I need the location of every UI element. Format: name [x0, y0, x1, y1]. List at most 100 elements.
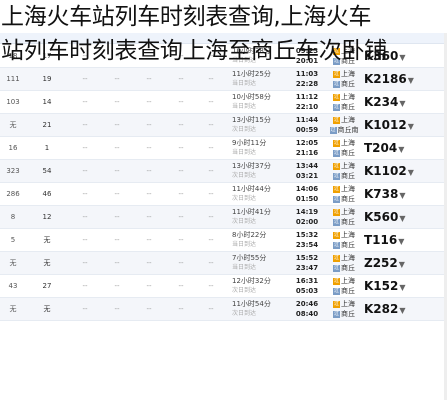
seat-count: -- [82, 213, 88, 221]
chevron-down-icon[interactable]: ▼ [398, 145, 404, 154]
seat-count: -- [178, 190, 184, 198]
train-number-link[interactable]: K234▼ [364, 91, 412, 113]
arrival-note: 次日到达 [232, 218, 257, 225]
chevron-down-icon[interactable]: ▼ [399, 260, 405, 269]
from-station-name: 上海 [341, 300, 355, 308]
seat-count: -- [114, 121, 120, 129]
train-number-link[interactable]: K2186▼ [364, 68, 414, 90]
arrive-time: 03:21 [295, 172, 319, 180]
train-number: K560 [364, 210, 399, 224]
to-station: 过商丘 [326, 263, 362, 273]
pass-tag-icon: 过 [333, 80, 340, 88]
pass-tag-icon: 过 [333, 172, 340, 180]
seat-count: -- [208, 121, 214, 129]
table-row[interactable]: 111 19 -- -- -- -- -- 11小时25分 当日到达 11:03 22:28 过上海过… [0, 68, 447, 91]
train-number-link[interactable]: K282▼ [364, 298, 412, 320]
chevron-down-icon[interactable]: ▼ [398, 237, 404, 246]
pass-tag-icon: 过 [333, 70, 340, 78]
pass-tag-icon: 过 [333, 93, 340, 101]
chevron-down-icon[interactable]: ▼ [399, 306, 405, 315]
times: 12:05 21:16 [292, 138, 322, 158]
seat-count: -- [208, 98, 214, 106]
depart-time: 11:03 [295, 70, 319, 78]
arrive-time: 23:54 [295, 241, 319, 249]
seat-count: -- [208, 167, 214, 175]
chevron-down-icon[interactable]: ▼ [399, 99, 405, 108]
stations: 过上海过商丘 [326, 161, 362, 181]
train-number-link[interactable]: K152▼ [364, 275, 412, 297]
train-number-link[interactable]: Z252▼ [364, 252, 412, 274]
seat-count: -- [114, 144, 120, 152]
hard-sleeper-count: 无 [43, 236, 51, 244]
duration: 7小时55分 当日到达 [232, 253, 288, 273]
train-number: K282 [364, 302, 399, 316]
to-station-name: 商丘南 [337, 126, 359, 134]
train-number-link[interactable]: K1012▼ [364, 114, 414, 136]
arrive-time: 21:16 [295, 149, 319, 157]
pass-tag-icon: 过 [333, 103, 340, 111]
stations: 过上海过商丘 [326, 69, 362, 89]
seat-count: -- [114, 213, 120, 221]
to-station-name: 商丘 [341, 149, 355, 157]
seat-count: -- [114, 75, 120, 83]
duration-value: 11小时25分 [232, 70, 271, 78]
pass-tag-icon: 过 [333, 310, 340, 318]
pass-tag-icon: 过 [333, 231, 340, 239]
chevron-down-icon[interactable]: ▼ [408, 168, 414, 177]
stations: 过上海过商丘 [326, 184, 362, 204]
duration-value: 12小时32分 [232, 277, 271, 285]
duration: 12小时32分 次日到达 [232, 276, 288, 296]
duration-value: 10小时58分 [232, 93, 271, 101]
arrive-time: 05:03 [295, 287, 319, 295]
arrive-time: 00:59 [295, 126, 319, 134]
arrive-time: 22:28 [295, 80, 319, 88]
pass-tag-icon: 过 [333, 185, 340, 193]
table-row[interactable]: 323 54 -- -- -- -- -- 13小时37分 次日到达 13:44 03:21 过上海过… [0, 160, 447, 183]
table-row[interactable]: 16 1 -- -- -- -- -- 9小时11分 当日到达 12:05 21:16 过上海过商丘 T… [0, 137, 447, 160]
to-station-name: 商丘 [341, 287, 355, 295]
table-row[interactable]: 无无 -- -- -- -- -- 11小时54分 次日到达 20:46 08:40 过上海过商丘 K… [0, 298, 447, 321]
train-number-link[interactable]: K560▼ [364, 206, 412, 228]
depart-time: 11:44 [295, 116, 319, 124]
table-row[interactable]: 无无 -- -- -- -- -- 7小时55分 当日到达 15:52 23:47 过上海过商丘 Z2… [0, 252, 447, 275]
table-row[interactable]: 103 14 -- -- -- -- -- 10小时58分 当日到达 11:12 22:10 过上海过… [0, 91, 447, 114]
depart-time: 14:06 [295, 185, 319, 193]
chevron-down-icon[interactable]: ▼ [399, 214, 405, 223]
depart-time: 11:12 [295, 93, 319, 101]
train-number: K738 [364, 187, 399, 201]
seat-count: -- [146, 236, 152, 244]
table-row[interactable]: 无 21 -- -- -- -- -- 13小时15分 次日到达 11:44 00:59 过上海过商丘… [0, 114, 447, 137]
stations: 过上海过商丘南 [326, 115, 362, 135]
times: 15:52 23:47 [292, 253, 322, 273]
from-station: 过上海 [326, 253, 362, 263]
times: 11:12 22:10 [292, 92, 322, 112]
to-station-name: 商丘 [341, 310, 355, 318]
seat-count: -- [178, 236, 184, 244]
hard-sleeper-count: 54 [42, 167, 52, 175]
train-number-link[interactable]: K738▼ [364, 183, 412, 205]
table-row[interactable]: 43 27 -- -- -- -- -- 12小时32分 次日到达 16:31 05:03 过上海过商… [0, 275, 447, 298]
seat-count: -- [114, 167, 120, 175]
stations: 过上海过商丘 [326, 253, 362, 273]
table-row[interactable]: 5 无 -- -- -- -- -- 8小时22分 当日到达 15:32 23:54 过上海过商丘 T1… [0, 229, 447, 252]
seat-count: -- [82, 98, 88, 106]
arrival-note: 次日到达 [232, 287, 257, 294]
seat-count: -- [208, 144, 214, 152]
train-number-link[interactable]: T116▼ [364, 229, 412, 251]
chevron-down-icon[interactable]: ▼ [399, 191, 405, 200]
train-number-link[interactable]: K1102▼ [364, 160, 414, 182]
from-station: 过上海 [326, 161, 362, 171]
hard-sleeper-count: 27 [42, 282, 52, 290]
train-number-link[interactable]: T204▼ [364, 137, 412, 159]
pass-tag-icon: 过 [333, 254, 340, 262]
seat-count: -- [114, 305, 120, 313]
table-row[interactable]: 286 46 -- -- -- -- -- 11小时44分 次日到达 14:06 01:50 过上海过… [0, 183, 447, 206]
duration-value: 11小时44分 [232, 185, 271, 193]
arrive-time: 08:40 [295, 310, 319, 318]
chevron-down-icon[interactable]: ▼ [399, 283, 405, 292]
seat-count: -- [146, 190, 152, 198]
soft-sleeper-count: 111 [6, 75, 20, 83]
chevron-down-icon[interactable]: ▼ [408, 76, 414, 85]
chevron-down-icon[interactable]: ▼ [408, 122, 414, 131]
table-row[interactable]: 8 12 -- -- -- -- -- 11小时41分 次日到达 14:19 02:00 过上海过商丘… [0, 206, 447, 229]
